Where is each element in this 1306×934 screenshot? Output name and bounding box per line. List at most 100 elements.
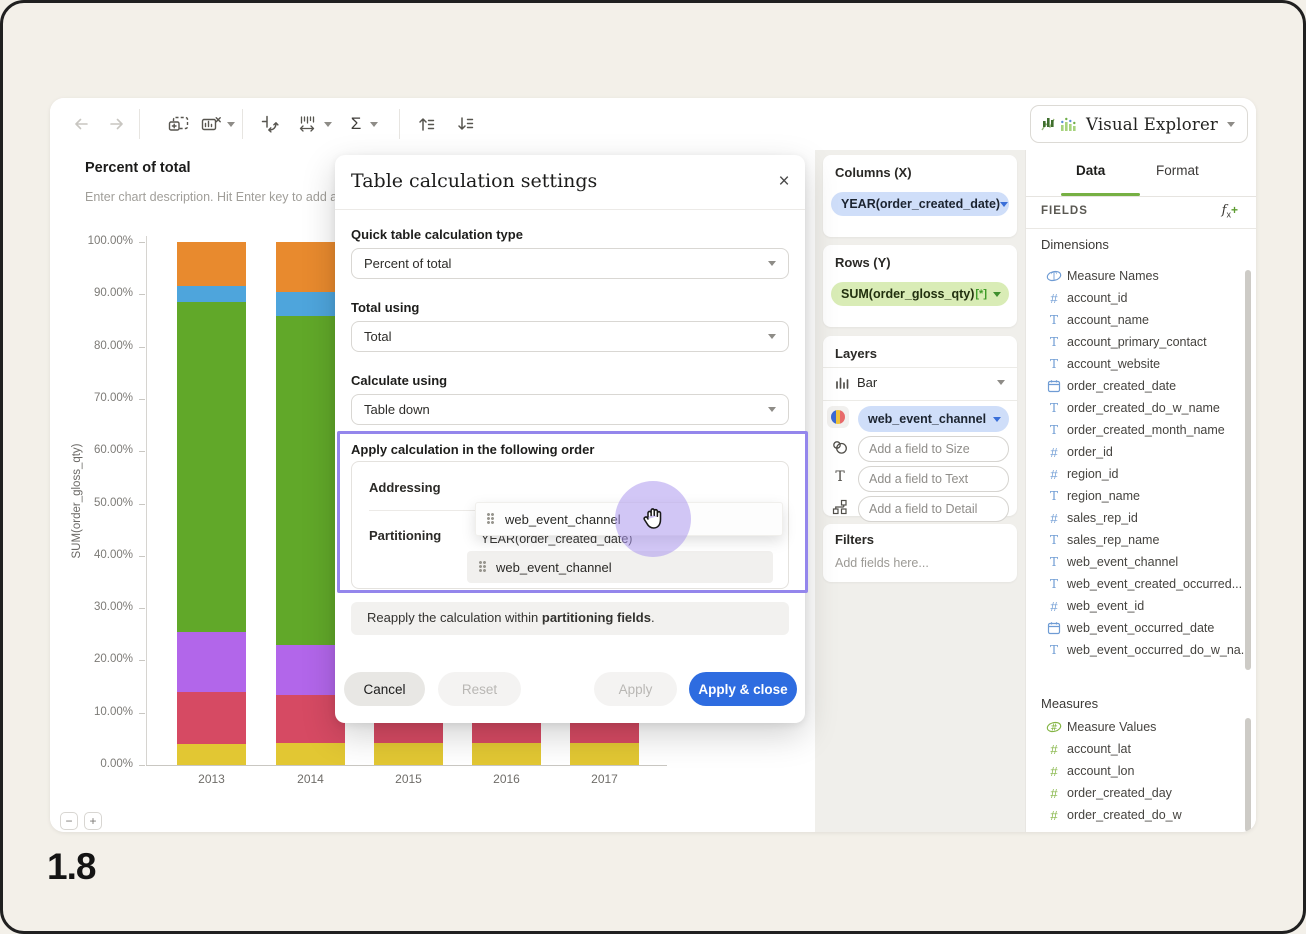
drag-handle-icon[interactable] [479, 561, 487, 573]
field-label: sales_rep_name [1067, 533, 1159, 547]
y-tick-label: 60.00% [50, 444, 133, 456]
field-item[interactable]: #order_created_do_w [1026, 804, 1246, 826]
calculate-using-label: Calculate using [351, 373, 447, 388]
sort-ascending-button[interactable] [413, 110, 441, 138]
rows-field-pill[interactable]: SUM(order_gloss_qty) [*] [831, 282, 1009, 306]
bar-segment-yellow[interactable] [177, 744, 246, 765]
field-item[interactable]: #account_lat [1026, 738, 1246, 760]
tab-format[interactable]: Format [1156, 163, 1199, 178]
quick-calc-select[interactable]: Percent of total [351, 248, 789, 279]
bar-segment-green[interactable] [177, 302, 246, 632]
field-item[interactable]: Tweb_event_occurred_do_w_na... [1026, 639, 1246, 661]
field-item[interactable]: #sales_rep_id [1026, 507, 1246, 529]
field-item[interactable]: # [1026, 826, 1246, 832]
reset-button[interactable]: Reset [438, 672, 521, 706]
axis-settings-button[interactable] [293, 110, 321, 138]
y-tick-mark [139, 765, 145, 766]
measures-scrollbar[interactable] [1245, 718, 1251, 832]
aggregate-caret-icon[interactable] [370, 122, 378, 127]
number-field-icon: # [1046, 599, 1062, 614]
field-label: account_lat [1067, 742, 1131, 756]
field-item[interactable]: Tsales_rep_name [1026, 529, 1246, 551]
bar-segment-orange[interactable] [177, 242, 246, 286]
sigma-icon: Σ [351, 114, 362, 134]
cancel-button[interactable]: Cancel [344, 672, 425, 706]
y-tick-mark [139, 556, 145, 557]
calculation-note: Reapply the calculation within partition… [351, 602, 789, 635]
partitioning-item-row[interactable]: web_event_channel [467, 551, 773, 583]
divider [823, 400, 1017, 401]
y-tick-mark [139, 713, 145, 714]
field-item[interactable]: Torder_created_do_w_name [1026, 397, 1246, 419]
columns-field-pill[interactable]: YEAR(order_created_date) [831, 192, 1009, 216]
field-item[interactable]: TMeasure Names [1026, 265, 1246, 287]
text-field-dropzone[interactable]: Add a field to Text [858, 466, 1009, 492]
bar-segment-yellow[interactable] [276, 743, 345, 765]
y-tick-label: 30.00% [50, 601, 133, 613]
field-item[interactable]: Tregion_name [1026, 485, 1246, 507]
detail-field-dropzone[interactable]: Add a field to Detail [858, 496, 1009, 522]
calculate-using-select[interactable]: Table down [351, 394, 789, 425]
duplicate-chart-button[interactable] [165, 110, 193, 138]
field-item[interactable]: Taccount_name [1026, 309, 1246, 331]
add-calculated-field-button[interactable]: fx+ [1222, 202, 1238, 220]
field-item[interactable]: Torder_created_month_name [1026, 419, 1246, 441]
drag-handle-icon[interactable] [487, 513, 495, 525]
bar-segment-yellow[interactable] [570, 743, 639, 765]
y-tick-label: 80.00% [50, 340, 133, 352]
quick-calc-label: Quick table calculation type [351, 227, 523, 242]
bar-segment-yellow[interactable] [472, 743, 541, 765]
color-field-pill[interactable]: web_event_channel [858, 406, 1009, 432]
apply-button[interactable]: Apply [594, 672, 677, 706]
remove-chart-button[interactable] [197, 110, 225, 138]
dragged-field-row[interactable]: web_event_channel [475, 502, 783, 536]
y-tick-mark [139, 504, 145, 505]
field-item[interactable]: Tweb_event_channel [1026, 551, 1246, 573]
field-item[interactable]: Taccount_website [1026, 353, 1246, 375]
text-field-icon: T [1046, 533, 1062, 547]
y-tick-label: 70.00% [50, 392, 133, 404]
size-field-dropzone[interactable]: Add a field to Size [858, 436, 1009, 462]
field-item[interactable]: #account_lon [1026, 760, 1246, 782]
aggregate-button[interactable]: Σ [342, 110, 370, 138]
swap-axes-button[interactable] [256, 110, 284, 138]
field-item[interactable]: Taccount_primary_contact [1026, 331, 1246, 353]
number-field-icon: # [1046, 511, 1062, 526]
axis-settings-caret-icon[interactable] [324, 122, 332, 127]
partitioning-item-label: web_event_channel [496, 560, 612, 575]
redo-button[interactable] [103, 110, 131, 138]
bar-segment-purple[interactable] [177, 632, 246, 692]
redo-icon [107, 114, 127, 134]
text-channel-row: T Add a field to Text [823, 466, 1017, 492]
field-item[interactable]: Tweb_event_created_occurred... [1026, 573, 1246, 595]
field-label: web_event_created_occurred... [1067, 577, 1242, 591]
tab-data[interactable]: Data [1076, 163, 1105, 178]
bar-segment-yellow[interactable] [374, 743, 443, 765]
zoom-in-button[interactable]: + [84, 812, 102, 830]
close-icon[interactable]: × [771, 169, 797, 195]
field-item[interactable]: web_event_occurred_date [1026, 617, 1246, 639]
field-item[interactable]: #order_created_day [1026, 782, 1246, 804]
bar-segment-blue[interactable] [177, 286, 246, 302]
field-item[interactable]: #account_id [1026, 287, 1246, 309]
mark-type-select[interactable]: Bar [823, 367, 1017, 399]
field-item[interactable]: #order_id [1026, 441, 1246, 463]
apply-and-close-button[interactable]: Apply & close [689, 672, 797, 706]
field-item[interactable]: order_created_date [1026, 375, 1246, 397]
dimensions-scrollbar[interactable] [1245, 270, 1251, 670]
screenshot-frame: Σ [0, 0, 1306, 934]
field-item[interactable]: #region_id [1026, 463, 1246, 485]
size-channel-icon [829, 436, 851, 458]
visualization-switcher[interactable]: Visual Explorer [1030, 105, 1248, 143]
total-using-select[interactable]: Total [351, 321, 789, 352]
quick-calc-value: Percent of total [364, 256, 451, 271]
undo-button[interactable] [67, 110, 95, 138]
remove-chart-caret-icon[interactable] [227, 122, 235, 127]
toolbar-separator [139, 109, 140, 139]
field-item[interactable]: #web_event_id [1026, 595, 1246, 617]
sort-descending-button[interactable] [452, 110, 480, 138]
zoom-out-button[interactable]: − [60, 812, 78, 830]
filters-dropzone[interactable]: Add fields here... [835, 556, 929, 570]
bar-segment-red[interactable] [177, 692, 246, 744]
field-item[interactable]: #Measure Values [1026, 716, 1246, 738]
